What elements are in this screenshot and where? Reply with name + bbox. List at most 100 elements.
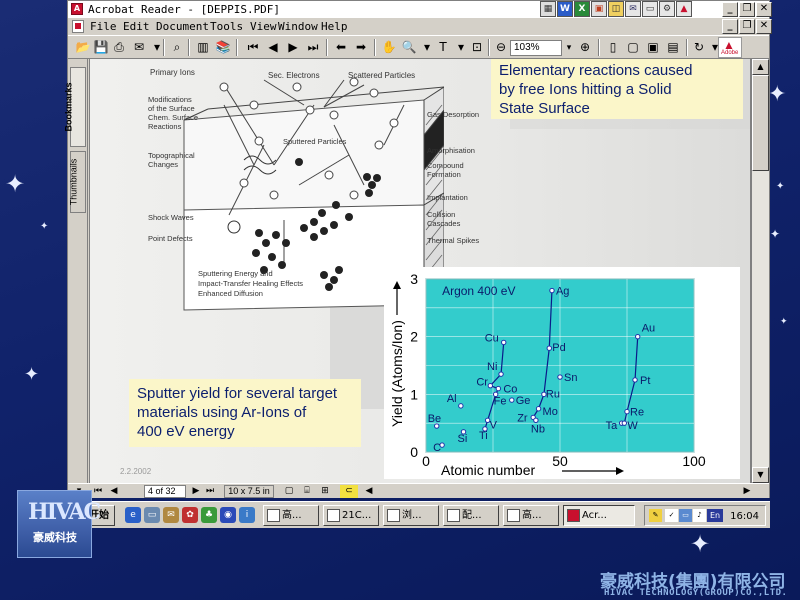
snapshot-tool-icon[interactable]: ⊡	[468, 39, 486, 56]
print-icon[interactable]: ⎙	[110, 39, 128, 56]
taskbar-task[interactable]: 配...	[443, 505, 499, 526]
taskbar-task[interactable]: 21C...	[323, 505, 379, 526]
continuous-icon[interactable]: ⌸	[300, 485, 314, 498]
word-icon[interactable]: W	[557, 1, 573, 17]
status-previous-page-icon[interactable]: ◀	[108, 485, 120, 498]
pdf-page: Primary Ions Sec. Electrons Scattered Pa…	[90, 59, 750, 483]
horizontal-scroll-left-icon[interactable]: ◀	[362, 485, 376, 498]
reflow-icon[interactable]: ▤	[664, 39, 682, 56]
taskbar: 开始 e ▭ ✉ ✿ ♣ ◉ i 高... 21C... 浏... 配... 高…	[67, 501, 770, 528]
menu-document[interactable]: Document	[156, 20, 209, 33]
language-indicator[interactable]: En	[707, 509, 723, 522]
status-next-page-icon[interactable]: ▶	[190, 485, 202, 498]
point-label: Pt	[640, 375, 650, 387]
hand-tool-icon[interactable]: ✋	[380, 39, 398, 56]
mixer-icon[interactable]: ▦	[540, 1, 556, 17]
facing-icon[interactable]: ⊞	[318, 485, 332, 498]
excel-icon[interactable]: X	[574, 1, 590, 17]
fit-page-icon[interactable]: ▢	[624, 39, 642, 56]
toolbar-separator	[374, 39, 376, 56]
status-last-page-icon[interactable]: ⏭	[204, 485, 216, 498]
page-number-field[interactable]: 4 of 32	[144, 485, 186, 498]
acrobat-tray-icon[interactable]: ▲	[676, 1, 692, 17]
text-select-tool-icon[interactable]: T	[434, 39, 452, 56]
doc-restore-button[interactable]: ❐	[739, 19, 755, 34]
zoom-in-icon[interactable]: ⊕	[576, 39, 594, 56]
powerpoint-icon[interactable]: ▣	[591, 1, 607, 17]
taskbar-task[interactable]: 高...	[263, 505, 319, 526]
go-back-icon[interactable]: ⬅	[332, 39, 350, 56]
desktop-icon[interactable]: ▭	[144, 507, 160, 523]
doc-minimize-button[interactable]: _	[722, 19, 738, 34]
taskbar-task[interactable]: 高...	[503, 505, 559, 526]
label-compound: Compound	[427, 161, 464, 170]
info-icon[interactable]: i	[239, 507, 255, 523]
data-point	[535, 406, 542, 412]
fit-width-icon[interactable]: ▣	[644, 39, 662, 56]
task-label: 配...	[462, 510, 482, 521]
menu-view[interactable]: View	[250, 20, 277, 33]
close-button[interactable]: ✕	[756, 2, 772, 17]
go-forward-icon[interactable]: ➡	[352, 39, 370, 56]
minimize-button[interactable]: _	[722, 2, 738, 17]
outlook-express-icon[interactable]: ✉	[163, 507, 179, 523]
point-label: Cu	[485, 332, 499, 344]
menu-file[interactable]: File	[90, 20, 117, 33]
tray-check-icon[interactable]: ✓	[665, 509, 678, 522]
horizontal-scroll-right-icon[interactable]: ▶	[740, 485, 754, 498]
ie-icon[interactable]: e	[125, 507, 141, 523]
taskbar-task[interactable]: 浏...	[383, 505, 439, 526]
open-icon[interactable]: 📂	[74, 39, 92, 56]
taskbar-task-acrobat[interactable]: Acr...	[563, 505, 635, 526]
y-axis-arrowhead	[393, 281, 401, 289]
menu-window[interactable]: Window	[278, 20, 318, 33]
tab-bookmarks[interactable]: Bookmarks	[64, 67, 86, 147]
title-bar[interactable]: A Acrobat Reader - [DEPPIS.PDF] ▦ W X ▣ …	[68, 1, 772, 18]
zoom-out-icon[interactable]: ⊖	[492, 39, 510, 56]
adobe-logo-icon[interactable]: ▲ Adobe	[718, 37, 742, 58]
last-page-icon[interactable]: ⏭	[304, 39, 322, 56]
monitor-icon[interactable]: ▭	[642, 1, 658, 17]
explorer-icon[interactable]: ◫	[608, 1, 624, 17]
save-icon[interactable]: 💾	[92, 39, 110, 56]
doc-close-button[interactable]: ✕	[756, 19, 772, 34]
zoom-dropdown-icon[interactable]: ▾	[562, 40, 576, 56]
previous-page-icon[interactable]: ◀	[264, 39, 282, 56]
tray-volume-icon[interactable]: ♪	[693, 509, 706, 522]
media-icon[interactable]: ◉	[220, 507, 236, 523]
tab-thumbnails[interactable]: Thumbnails	[68, 151, 86, 213]
single-page-icon[interactable]: ▢	[282, 485, 296, 498]
restore-button[interactable]: ❐	[739, 2, 755, 17]
tool-icon[interactable]: ⚙	[659, 1, 675, 17]
point-label: Ti	[479, 430, 488, 442]
status-first-page-icon[interactable]: ⏮	[92, 485, 104, 498]
highlight-icon[interactable]: ⊂	[340, 485, 358, 498]
label-amorphisation: Amorphisation	[427, 146, 475, 155]
tray-pen-icon[interactable]: ✎	[649, 509, 662, 522]
document-icon[interactable]	[72, 20, 84, 33]
search-binoculars-icon[interactable]: ⌕	[168, 39, 186, 56]
scroll-down-button[interactable]: ▼	[752, 467, 769, 483]
callout-elementary-reactions: Elementary reactions caused by free Ions…	[491, 59, 743, 119]
ebook-icon[interactable]: 📚	[214, 39, 232, 56]
zoom-level-input[interactable]: 103%	[510, 40, 562, 56]
first-page-icon[interactable]: ⏮	[244, 39, 262, 56]
email-icon[interactable]: ✉	[130, 39, 148, 56]
zoom-tool-icon[interactable]: 🔍	[400, 39, 418, 56]
tray-network-icon[interactable]: ▭	[679, 509, 692, 522]
scroll-up-button[interactable]: ▲	[752, 59, 769, 75]
quicklaunch-app-icon[interactable]: ♣	[201, 507, 217, 523]
next-page-icon[interactable]: ▶	[284, 39, 302, 56]
menu-help[interactable]: Help	[321, 20, 348, 33]
menu-edit[interactable]: Edit	[123, 20, 150, 33]
point-label: Al	[447, 393, 457, 405]
vertical-scrollbar[interactable]: ▲ ▼	[752, 59, 769, 483]
scroll-thumb[interactable]	[752, 75, 769, 171]
menu-tools[interactable]: Tools	[210, 20, 243, 33]
actual-size-icon[interactable]: ▯	[604, 39, 622, 56]
acrobat-app-icon: A	[71, 3, 83, 15]
quicklaunch-app-icon[interactable]: ✿	[182, 507, 198, 523]
outlook-icon[interactable]: ✉	[625, 1, 641, 17]
document-view[interactable]: Primary Ions Sec. Electrons Scattered Pa…	[89, 59, 752, 483]
show-navigation-pane-icon[interactable]: ▥	[194, 39, 212, 56]
